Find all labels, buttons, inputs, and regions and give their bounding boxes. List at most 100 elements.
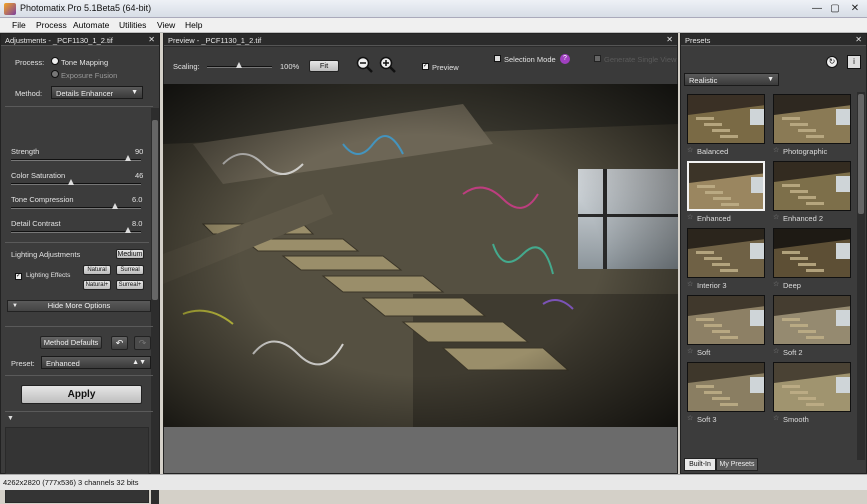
- selection-mode-label: Selection Mode: [504, 55, 556, 64]
- tab-my-presets[interactable]: My Presets: [716, 458, 758, 471]
- hide-more-options-bar[interactable]: ▼ Hide More Options: [7, 300, 151, 312]
- slider-value-saturation: 46: [135, 171, 144, 180]
- preset-thumbnail[interactable]: [773, 94, 851, 144]
- close-icon[interactable]: ✕: [666, 35, 673, 44]
- saturation-slider-thumb[interactable]: [67, 179, 74, 185]
- lighting-effects-checkbox[interactable]: ✓: [15, 273, 22, 280]
- close-icon[interactable]: ✕: [855, 35, 862, 44]
- tone-mapping-label: Tone Mapping: [61, 58, 109, 67]
- lighting-effects-label: Lighting Effects: [26, 272, 71, 279]
- favorite-star-icon[interactable]: ☆: [687, 347, 693, 355]
- method-defaults-button[interactable]: Method Defaults: [40, 336, 102, 349]
- title-bar: Photomatix Pro 5.1Beta5 (64-bit) — ▢ ✕: [0, 0, 867, 18]
- preset-thumbnail[interactable]: [687, 161, 765, 211]
- preview-bottom-area: [164, 427, 677, 473]
- process-label: Process:: [15, 58, 45, 67]
- tone-compression-slider[interactable]: [11, 207, 141, 209]
- menu-utilities[interactable]: Utilities: [119, 20, 146, 30]
- info-icon[interactable]: i: [847, 55, 861, 69]
- strength-slider-thumb[interactable]: [125, 155, 131, 161]
- favorite-star-icon[interactable]: ☆: [687, 414, 693, 422]
- single-view-label: Generate Single View: [604, 55, 677, 64]
- single-view-checkbox[interactable]: [594, 55, 601, 62]
- preset-label: Preset:: [11, 359, 35, 368]
- favorite-star-icon[interactable]: ☆: [773, 213, 779, 221]
- natural-button[interactable]: Natural: [83, 265, 111, 275]
- apply-button[interactable]: Apply: [21, 385, 142, 404]
- presets-scrollbar[interactable]: [857, 92, 865, 460]
- help-icon[interactable]: ?: [560, 54, 570, 64]
- surreal-button[interactable]: Surreal: [116, 265, 144, 275]
- tone-mapping-radio[interactable]: [51, 57, 59, 65]
- scaling-label: Scaling:: [173, 62, 200, 71]
- status-text: 4262x2820 (777x536) 3 channels 32 bits: [3, 478, 139, 487]
- detail-contrast-slider-thumb[interactable]: [125, 227, 131, 233]
- redo-icon[interactable]: ↷: [134, 336, 151, 350]
- slider-label-detail-contrast: Detail Contrast: [11, 219, 61, 228]
- preset-label: Balanced: [697, 147, 729, 156]
- expand-triangle-icon[interactable]: ▼: [7, 415, 14, 422]
- maximize-button[interactable]: ▢: [828, 3, 842, 15]
- dropdown-arrow-icon: ▼: [131, 89, 138, 96]
- strength-slider[interactable]: [11, 159, 141, 161]
- tone-compression-slider-thumb[interactable]: [112, 203, 118, 209]
- preset-thumbnail[interactable]: [687, 228, 765, 278]
- preset-label: Soft: [697, 348, 711, 357]
- preset-thumbnail[interactable]: [773, 228, 851, 278]
- method-label: Method:: [15, 89, 43, 98]
- preset-thumbnail[interactable]: [773, 161, 851, 211]
- preview-checkbox[interactable]: ✓: [422, 63, 429, 70]
- surreal-plus-button[interactable]: Surreal+: [116, 280, 144, 290]
- adjust-scrollbar[interactable]: [151, 108, 159, 504]
- close-window-button[interactable]: ✕: [848, 3, 862, 15]
- method-value: Details Enhancer: [56, 89, 114, 98]
- lighting-medium-button[interactable]: Medium: [116, 249, 144, 259]
- saturation-slider[interactable]: [11, 183, 141, 185]
- preset-select[interactable]: Enhanced ▲▼: [41, 356, 151, 369]
- lighting-adjustments-label: Lighting Adjustments: [11, 250, 81, 259]
- preset-thumbnail[interactable]: [687, 362, 765, 412]
- menu-help[interactable]: Help: [185, 20, 202, 30]
- natural-plus-button[interactable]: Natural+: [83, 280, 111, 290]
- slider-label-saturation: Color Saturation: [11, 171, 66, 180]
- collapse-triangle-icon: ▼: [12, 303, 18, 309]
- selection-mode-checkbox[interactable]: [494, 55, 501, 62]
- menu-file[interactable]: File: [12, 20, 26, 30]
- menu-process[interactable]: Process: [36, 20, 67, 30]
- favorite-star-icon[interactable]: ☆: [687, 146, 693, 154]
- preset-label: Smooth: [783, 415, 809, 424]
- preset-category-select[interactable]: Realistic ▼: [684, 73, 779, 86]
- preset-label: Enhanced: [697, 214, 731, 223]
- menu-bar: File Process Automate Utilities View Hel…: [0, 18, 867, 33]
- preset-label: Photographic: [783, 147, 828, 156]
- preview-image[interactable]: [163, 84, 678, 427]
- favorite-star-icon[interactable]: ☆: [773, 280, 779, 288]
- method-select[interactable]: Details Enhancer ▼: [51, 86, 143, 99]
- favorite-star-icon[interactable]: ☆: [687, 213, 693, 221]
- detail-contrast-slider[interactable]: [11, 231, 141, 233]
- menu-view[interactable]: View: [157, 20, 175, 30]
- preset-thumbnail[interactable]: [773, 295, 851, 345]
- preset-thumbnail[interactable]: [773, 362, 851, 412]
- favorite-star-icon[interactable]: ☆: [773, 146, 779, 154]
- close-icon[interactable]: ✕: [148, 35, 155, 44]
- favorite-star-icon[interactable]: ☆: [773, 414, 779, 422]
- menu-automate[interactable]: Automate: [73, 20, 109, 30]
- zoom-in-icon[interactable]: [379, 56, 397, 74]
- favorite-star-icon[interactable]: ☆: [687, 280, 693, 288]
- minimize-button[interactable]: —: [810, 3, 824, 15]
- preset-thumbnail[interactable]: [687, 94, 765, 144]
- zoom-out-icon[interactable]: [356, 56, 374, 74]
- fit-button[interactable]: Fit: [309, 60, 339, 72]
- preset-label: Deep: [783, 281, 801, 290]
- favorite-star-icon[interactable]: ☆: [773, 347, 779, 355]
- adjustments-panel: Adjustments - _PCF1130_1_2.tif ✕ Process…: [0, 33, 160, 504]
- exposure-fusion-label: Exposure Fusion: [61, 71, 118, 80]
- refresh-icon[interactable]: ↻: [826, 56, 838, 68]
- undo-icon[interactable]: ↶: [111, 336, 128, 350]
- exposure-fusion-radio[interactable]: [51, 70, 59, 78]
- tab-built-in[interactable]: Built-In: [684, 458, 716, 471]
- preset-label: Soft 2: [783, 348, 803, 357]
- scaling-slider-thumb[interactable]: [236, 62, 242, 68]
- preset-thumbnail[interactable]: [687, 295, 765, 345]
